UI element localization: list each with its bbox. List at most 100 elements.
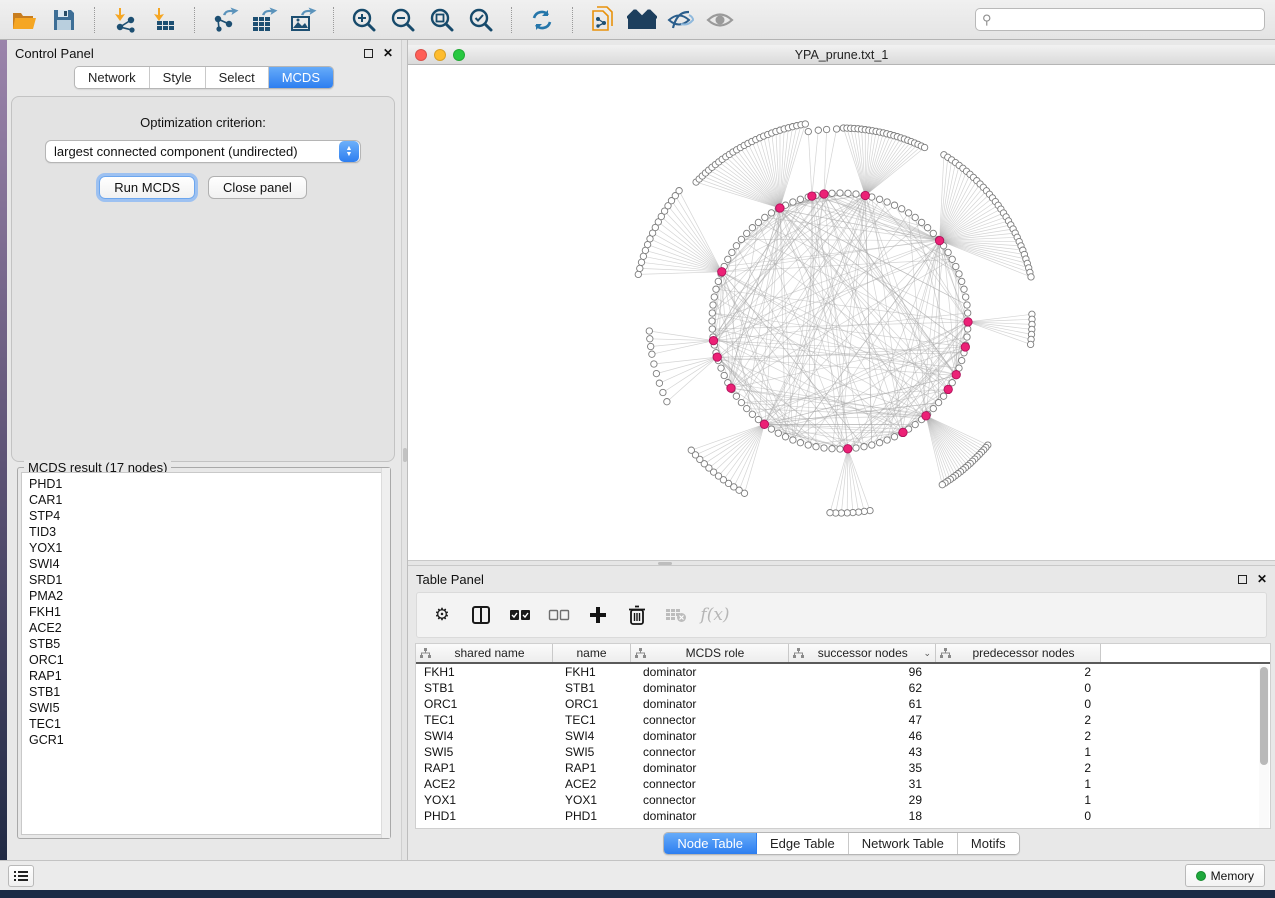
cell-name[interactable]: SWI5 — [553, 745, 631, 759]
network-hub-node[interactable] — [964, 318, 972, 326]
network-node[interactable] — [899, 206, 905, 212]
network-hub-node[interactable] — [713, 353, 721, 361]
table-row[interactable]: STB1STB1dominator620 — [416, 680, 1270, 696]
optimization-criterion-dropdown[interactable]: largest connected component (undirected)… — [45, 140, 361, 163]
cell-MCDS-role[interactable]: connector — [631, 713, 789, 727]
open-file-icon[interactable] — [10, 5, 40, 35]
network-node[interactable] — [964, 334, 970, 340]
network-node[interactable] — [790, 199, 796, 205]
network-node[interactable] — [805, 442, 811, 448]
network-hub-node[interactable] — [935, 236, 943, 244]
cell-predecessor-nodes[interactable]: 1 — [936, 745, 1101, 759]
network-node[interactable] — [725, 256, 731, 262]
column-header-shared-name[interactable]: shared name — [416, 644, 553, 662]
search-input[interactable] — [975, 8, 1265, 31]
export-image-icon[interactable] — [288, 5, 318, 35]
cell-shared-name[interactable]: TEC1 — [416, 713, 553, 727]
mcds-result-node[interactable]: TEC1 — [29, 716, 386, 732]
cell-name[interactable]: YOX1 — [553, 793, 631, 807]
network-node[interactable] — [912, 214, 918, 220]
cell-name[interactable]: ACE2 — [553, 777, 631, 791]
cell-shared-name[interactable]: STB1 — [416, 681, 553, 695]
zoom-selected-icon[interactable] — [466, 5, 496, 35]
network-node[interactable] — [884, 199, 890, 205]
cell-predecessor-nodes[interactable]: 0 — [936, 697, 1101, 711]
network-node[interactable] — [821, 445, 827, 451]
network-hub-node[interactable] — [861, 191, 869, 199]
mcds-result-node[interactable]: SRD1 — [29, 572, 386, 588]
cell-shared-name[interactable]: ORC1 — [416, 697, 553, 711]
cell-predecessor-nodes[interactable]: 2 — [936, 729, 1101, 743]
float-panel-icon[interactable] — [364, 49, 373, 58]
network-hub-node[interactable] — [808, 192, 816, 200]
network-node[interactable] — [797, 440, 803, 446]
network-node[interactable] — [775, 430, 781, 436]
function-builder-icon[interactable]: f(x) — [702, 602, 728, 628]
mcds-result-node[interactable]: GCR1 — [29, 732, 386, 748]
table-row[interactable]: TEC1TEC1connector472 — [416, 712, 1270, 728]
network-node[interactable] — [945, 249, 951, 255]
cell-predecessor-nodes[interactable]: 0 — [936, 809, 1101, 823]
table-row[interactable]: SWI5SWI5connector431 — [416, 744, 1270, 760]
close-panel-button[interactable]: Close panel — [208, 176, 307, 199]
cell-MCDS-role[interactable]: connector — [631, 777, 789, 791]
network-node[interactable] — [738, 236, 744, 242]
network-node[interactable] — [921, 144, 927, 150]
network-node[interactable] — [829, 190, 835, 196]
network-node[interactable] — [733, 243, 739, 249]
network-node[interactable] — [755, 219, 761, 225]
network-node[interactable] — [891, 434, 897, 440]
delete-column-icon[interactable] — [624, 602, 650, 628]
network-hub-node[interactable] — [899, 428, 907, 436]
save-session-icon[interactable] — [49, 5, 79, 35]
network-node[interactable] — [802, 121, 808, 127]
cell-successor-nodes[interactable]: 31 — [789, 777, 936, 791]
cell-MCDS-role[interactable]: dominator — [631, 729, 789, 743]
network-hub-node[interactable] — [944, 385, 952, 393]
network-hub-node[interactable] — [820, 190, 828, 198]
network-node[interactable] — [815, 127, 821, 133]
cell-shared-name[interactable]: YOX1 — [416, 793, 553, 807]
tab-select[interactable]: Select — [206, 67, 269, 88]
network-hub-node[interactable] — [727, 384, 735, 392]
network-hub-node[interactable] — [844, 445, 852, 453]
cell-MCDS-role[interactable]: dominator — [631, 761, 789, 775]
network-node[interactable] — [660, 389, 666, 395]
network-node[interactable] — [805, 128, 811, 134]
network-node[interactable] — [963, 294, 969, 300]
network-node[interactable] — [713, 286, 719, 292]
cell-successor-nodes[interactable]: 61 — [789, 697, 936, 711]
network-node[interactable] — [964, 302, 970, 308]
network-hub-node[interactable] — [952, 371, 960, 379]
cell-name[interactable]: TEC1 — [553, 713, 631, 727]
cell-name[interactable]: SWI4 — [553, 729, 631, 743]
show-details-icon[interactable] — [705, 5, 735, 35]
table-row[interactable]: YOX1YOX1connector291 — [416, 792, 1270, 808]
network-node[interactable] — [1028, 274, 1034, 280]
network-node[interactable] — [930, 405, 936, 411]
float-panel-icon[interactable] — [1238, 575, 1247, 584]
network-node[interactable] — [833, 126, 839, 132]
splitter-handle[interactable] — [658, 562, 672, 565]
network-node[interactable] — [647, 336, 653, 342]
mcds-result-node[interactable]: YOX1 — [29, 540, 386, 556]
cell-predecessor-nodes[interactable]: 2 — [936, 665, 1101, 679]
network-node[interactable] — [965, 326, 971, 332]
network-node[interactable] — [651, 361, 657, 367]
cell-name[interactable]: FKH1 — [553, 665, 631, 679]
tab-style[interactable]: Style — [150, 67, 206, 88]
cell-MCDS-role[interactable]: dominator — [631, 681, 789, 695]
tab-node-table[interactable]: Node Table — [664, 833, 757, 854]
share-document-icon[interactable] — [588, 5, 618, 35]
network-node[interactable] — [912, 421, 918, 427]
network-node[interactable] — [797, 196, 803, 202]
network-node[interactable] — [939, 482, 945, 488]
network-node[interactable] — [876, 196, 882, 202]
network-node[interactable] — [813, 444, 819, 450]
network-node[interactable] — [646, 328, 652, 334]
import-network-icon[interactable] — [110, 5, 140, 35]
network-hub-node[interactable] — [718, 268, 726, 276]
cell-successor-nodes[interactable]: 47 — [789, 713, 936, 727]
network-node[interactable] — [965, 310, 971, 316]
mcds-result-node[interactable]: STP4 — [29, 508, 386, 524]
